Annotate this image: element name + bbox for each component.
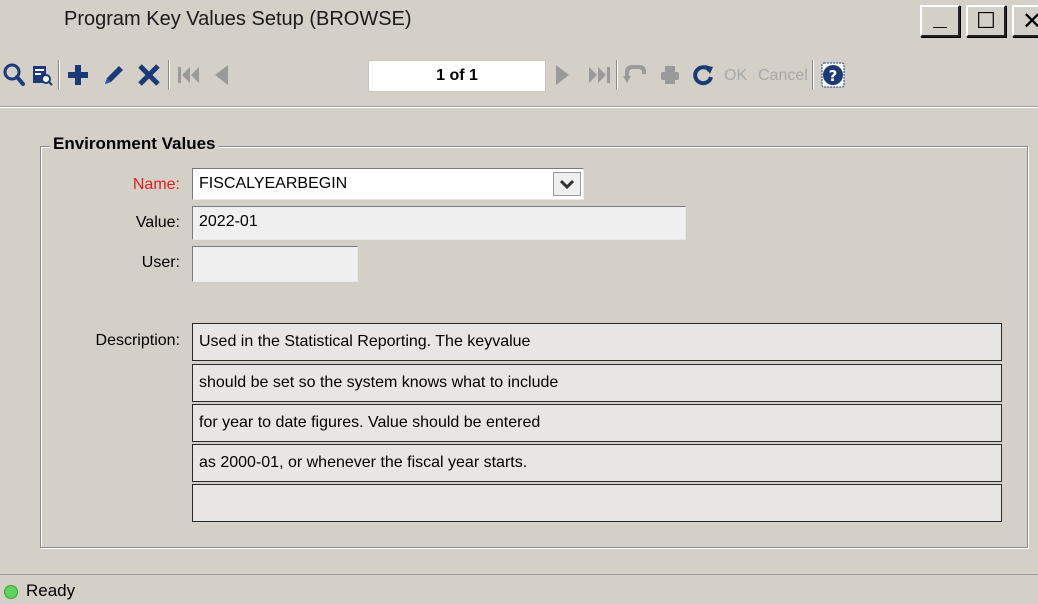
svg-text:?: ? xyxy=(829,67,838,85)
minimize-icon: _ xyxy=(933,4,947,31)
search-icon[interactable] xyxy=(2,58,26,92)
print-icon[interactable] xyxy=(658,58,682,92)
description-line[interactable]: for year to date figures. Value should b… xyxy=(192,404,1002,442)
toolbar-separator xyxy=(168,60,170,90)
minimize-button[interactable]: _ xyxy=(920,4,960,37)
user-field[interactable] xyxy=(192,246,358,282)
last-record-icon[interactable] xyxy=(586,58,612,92)
toolbar-separator xyxy=(812,60,814,90)
refresh-icon[interactable] xyxy=(690,58,716,92)
toolbar: 1 of 1 OK Cancel ? xyxy=(0,58,1038,94)
cancel-button[interactable]: Cancel xyxy=(758,67,808,85)
next-record-icon[interactable] xyxy=(552,58,574,92)
window-title: Program Key Values Setup (BROWSE) xyxy=(64,8,412,30)
maximize-button[interactable]: ☐ xyxy=(966,5,1006,37)
group-title: Environment Values xyxy=(50,134,219,154)
name-label: Name: xyxy=(132,176,180,193)
description-line[interactable] xyxy=(192,484,1002,522)
dropdown-button[interactable] xyxy=(553,172,581,196)
description-line[interactable]: should be set so the system knows what t… xyxy=(192,364,1002,402)
toolbar-separator xyxy=(616,60,618,90)
help-icon[interactable]: ? xyxy=(820,58,846,92)
close-button[interactable]: ✕ xyxy=(1012,5,1038,37)
value-label: Value: xyxy=(135,214,180,231)
toolbar-separator xyxy=(58,60,60,90)
description-label: Description: xyxy=(95,332,180,349)
description-line[interactable]: as 2000-01, or whenever the fiscal year … xyxy=(192,444,1002,482)
add-icon[interactable] xyxy=(66,58,90,92)
status-text: Ready xyxy=(26,581,76,600)
record-position-field[interactable]: 1 of 1 xyxy=(368,60,546,92)
description-line[interactable]: Used in the Statistical Reporting. The k… xyxy=(192,323,1002,361)
status-indicator-icon xyxy=(4,585,18,599)
name-value: FISCALYEARBEGIN xyxy=(199,175,348,192)
previous-record-icon[interactable] xyxy=(210,58,232,92)
ok-button[interactable]: OK xyxy=(724,67,747,85)
maximize-icon: ☐ xyxy=(976,8,996,33)
chevron-down-icon xyxy=(560,179,574,189)
user-label: User: xyxy=(141,254,180,271)
value-field[interactable]: 2022-01 xyxy=(192,206,686,240)
edit-icon[interactable] xyxy=(102,58,126,92)
toolbar-divider xyxy=(0,106,1038,108)
undo-icon[interactable] xyxy=(622,58,648,92)
close-icon: ✕ xyxy=(1021,7,1038,35)
name-dropdown[interactable]: FISCALYEARBEGIN xyxy=(192,168,584,200)
first-record-icon[interactable] xyxy=(176,58,202,92)
delete-icon[interactable] xyxy=(136,58,162,92)
status-bar: Ready xyxy=(0,574,1038,604)
preview-icon[interactable] xyxy=(30,58,54,92)
title-bar: Program Key Values Setup (BROWSE) _ ☐ ✕ xyxy=(0,0,1038,42)
